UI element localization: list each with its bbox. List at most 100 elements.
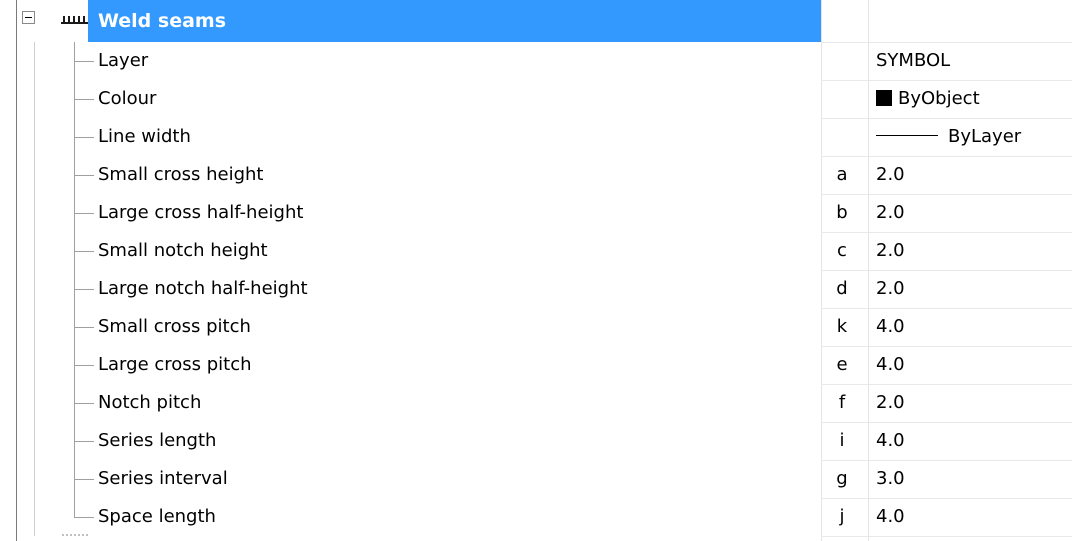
property-tag: f [838, 392, 846, 413]
tree-connector-branch [74, 517, 94, 518]
tree-connector-branch [74, 479, 94, 480]
property-tag: d [836, 278, 848, 299]
property-row[interactable]: Series length i 4.0 [0, 422, 1072, 460]
tree-connector-branch [74, 61, 94, 62]
property-label: Space length [98, 506, 216, 527]
property-label: Small notch height [98, 240, 268, 261]
property-tag [828, 42, 856, 80]
property-value-text: 4.0 [876, 430, 905, 451]
property-row[interactable]: Series interval g 3.0 [0, 460, 1072, 498]
group-title: Weld seams [98, 10, 227, 32]
grid-line [821, 42, 1072, 43]
property-row[interactable]: Small notch height c 2.0 [0, 232, 1072, 270]
property-label: Line width [98, 126, 191, 147]
property-label: Colour [98, 88, 157, 109]
property-label: Large notch half-height [98, 278, 308, 299]
property-value-text: SYMBOL [876, 50, 951, 71]
property-label: Layer [98, 50, 149, 71]
property-value-text: 3.0 [876, 468, 905, 489]
tree-connector-branch [74, 403, 94, 404]
tree-connector-branch [74, 327, 94, 328]
property-row[interactable]: Colour ByObject [0, 80, 1072, 118]
property-value[interactable]: ByObject [876, 80, 980, 118]
property-label: Large cross half-height [98, 202, 304, 223]
tree-connector-vertical [74, 42, 75, 517]
property-row[interactable]: Large cross pitch e 4.0 [0, 346, 1072, 384]
property-value-text: 4.0 [876, 506, 905, 527]
property-value[interactable]: 4.0 [876, 308, 905, 346]
property-row[interactable]: Space length j 4.0 [0, 498, 1072, 536]
property-value[interactable]: SYMBOL [876, 42, 950, 80]
tree-connector-branch [74, 289, 94, 290]
property-value[interactable]: 2.0 [876, 156, 905, 194]
grid-line [821, 384, 1072, 385]
weld-seam-icon [61, 16, 89, 24]
property-value[interactable]: 4.0 [876, 346, 905, 384]
property-tag: e [836, 354, 848, 375]
grid-line [821, 194, 1072, 195]
color-swatch-icon [876, 90, 892, 106]
property-value-text: 4.0 [876, 354, 905, 375]
property-tag [828, 80, 856, 118]
property-label: Large cross pitch [98, 354, 252, 375]
grid-line [821, 346, 1072, 347]
property-label: Notch pitch [98, 392, 202, 413]
tree-indent-guide [34, 42, 35, 536]
tree-connector-branch [74, 251, 94, 252]
grid-line [821, 270, 1072, 271]
property-row[interactable]: Notch pitch f 2.0 [0, 384, 1072, 422]
property-row[interactable]: Small cross pitch k 4.0 [0, 308, 1072, 346]
grid-line [821, 460, 1072, 461]
grid-line [821, 536, 1072, 537]
tree-connector-branch [74, 99, 94, 100]
property-value[interactable]: 2.0 [876, 232, 905, 270]
grid-line [821, 156, 1072, 157]
property-value[interactable]: 2.0 [876, 384, 905, 422]
property-row[interactable]: Line width ByLayer [0, 118, 1072, 156]
property-tag: a [836, 164, 848, 185]
property-value[interactable]: 4.0 [876, 422, 905, 460]
property-tag [828, 118, 856, 156]
grid-line [821, 422, 1072, 423]
property-value[interactable]: 4.0 [876, 498, 905, 536]
property-tag: g [836, 468, 848, 489]
property-row[interactable]: Layer SYMBOL [0, 42, 1072, 80]
property-value-text: 4.0 [876, 316, 905, 337]
property-tag: j [839, 506, 845, 527]
property-row[interactable]: Large notch half-height d 2.0 [0, 270, 1072, 308]
grid-line [821, 498, 1072, 499]
tree-connector-branch [74, 137, 94, 138]
property-label: Series length [98, 430, 217, 451]
property-value-text: 2.0 [876, 202, 905, 223]
grid-line [821, 308, 1072, 309]
property-value[interactable]: ByLayer [876, 118, 1021, 156]
property-tag: i [839, 430, 845, 451]
property-value[interactable]: 2.0 [876, 270, 905, 308]
property-value-text: 2.0 [876, 278, 905, 299]
property-tag: c [837, 240, 847, 261]
property-value[interactable]: 2.0 [876, 194, 905, 232]
grid-line [821, 118, 1072, 119]
property-tag: b [836, 202, 848, 223]
property-value-text: 2.0 [876, 164, 905, 185]
property-row[interactable]: Small cross height a 2.0 [0, 156, 1072, 194]
property-label: Small cross pitch [98, 316, 251, 337]
line-width-sample-icon [876, 135, 938, 136]
grid-line [821, 80, 1072, 81]
property-value-text: 2.0 [876, 392, 905, 413]
property-value-text: 2.0 [876, 240, 905, 261]
grid-line [821, 232, 1072, 233]
tree-connector-branch [74, 441, 94, 442]
property-value-text: ByLayer [948, 126, 1022, 147]
tree-connector-branch [74, 213, 94, 214]
property-row[interactable]: Large cross half-height b 2.0 [0, 194, 1072, 232]
property-value[interactable]: 3.0 [876, 460, 905, 498]
property-tag: k [836, 316, 848, 337]
group-row-weld-seams[interactable]: Weld seams [0, 0, 1072, 42]
tree-connector-branch [74, 365, 94, 366]
property-label: Small cross height [98, 164, 264, 185]
property-tree: Weld seams Layer SYMBOL Colour ByObject Line… [0, 0, 1072, 541]
property-value-text: ByObject [898, 88, 980, 109]
property-label: Series interval [98, 468, 228, 489]
collapse-minus-icon[interactable] [22, 11, 35, 24]
